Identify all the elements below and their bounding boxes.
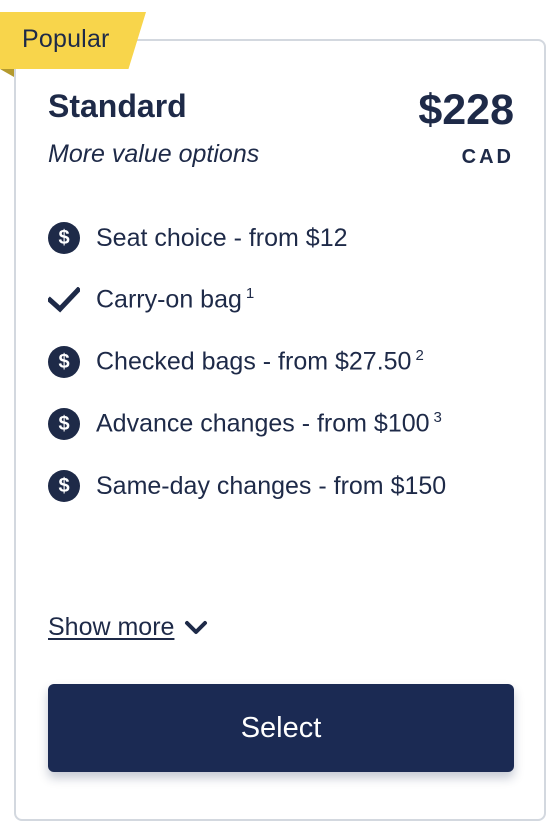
dollar-circle-icon: $ <box>48 222 80 254</box>
show-more-link[interactable]: Show more <box>48 613 208 642</box>
fare-tagline: More value options <box>48 140 260 168</box>
show-more-label[interactable]: Show more <box>48 613 174 642</box>
feature-label: Carry-on bag 1 <box>96 285 255 314</box>
feature-label: Advance changes - from $100 3 <box>96 409 442 438</box>
feature-item: $ Seat choice - from $12 <box>48 215 518 261</box>
ribbon-fold <box>0 69 14 77</box>
fare-currency: CAD <box>461 146 514 168</box>
select-button[interactable]: Select <box>48 684 514 772</box>
feature-item: $ Checked bags - from $27.50 2 <box>48 339 518 385</box>
feature-item: Carry-on bag 1 <box>48 277 518 323</box>
feature-label: Seat choice - from $12 <box>96 223 348 252</box>
feature-item: $ Same-day changes - from $150 <box>48 463 518 509</box>
feature-label: Checked bags - from $27.50 2 <box>96 347 424 376</box>
dollar-circle-icon: $ <box>48 408 80 440</box>
chevron-down-icon[interactable] <box>184 619 208 637</box>
dollar-circle-icon: $ <box>48 470 80 502</box>
fare-name: Standard <box>48 88 187 124</box>
footnote-marker: 2 <box>415 347 424 365</box>
dollar-circle-icon: $ <box>48 346 80 378</box>
footnote-marker: 1 <box>245 285 255 303</box>
feature-label: Same-day changes - from $150 <box>96 471 447 500</box>
footnote-marker: 3 <box>433 409 442 427</box>
popular-badge-label: Popular <box>22 25 110 53</box>
feature-list: $ Seat choice - from $12 Carry-on bag 1 $… <box>48 215 518 525</box>
feature-item: $ Advance changes - from $100 3 <box>48 401 518 447</box>
checkmark-icon <box>48 284 80 316</box>
fare-price: $228 <box>418 86 514 134</box>
